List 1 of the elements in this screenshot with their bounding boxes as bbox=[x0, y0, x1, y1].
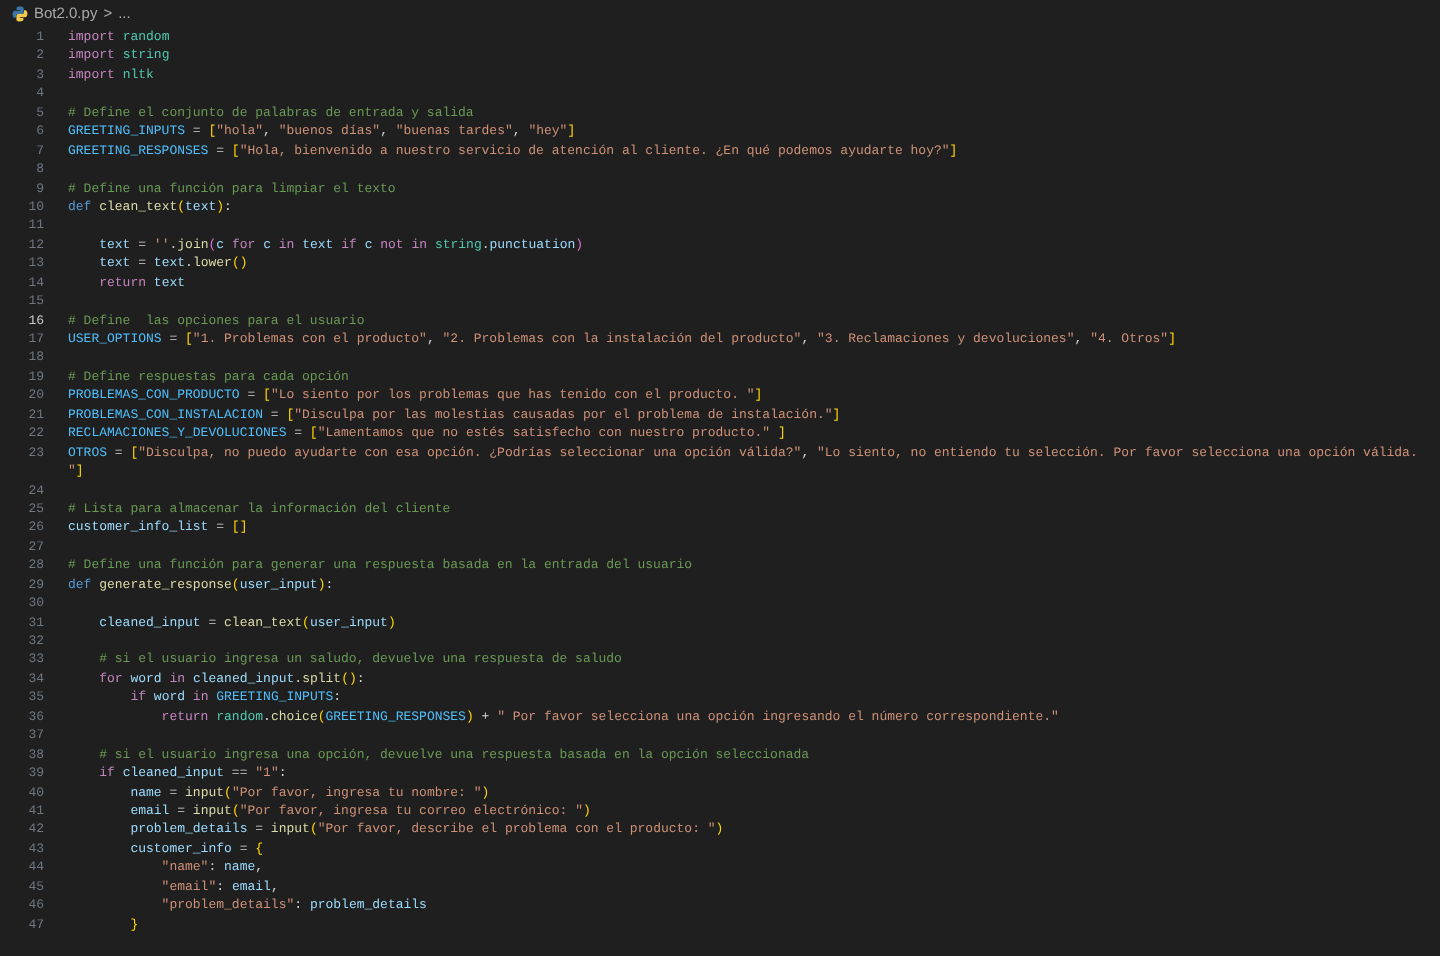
python-file-icon bbox=[12, 6, 28, 22]
